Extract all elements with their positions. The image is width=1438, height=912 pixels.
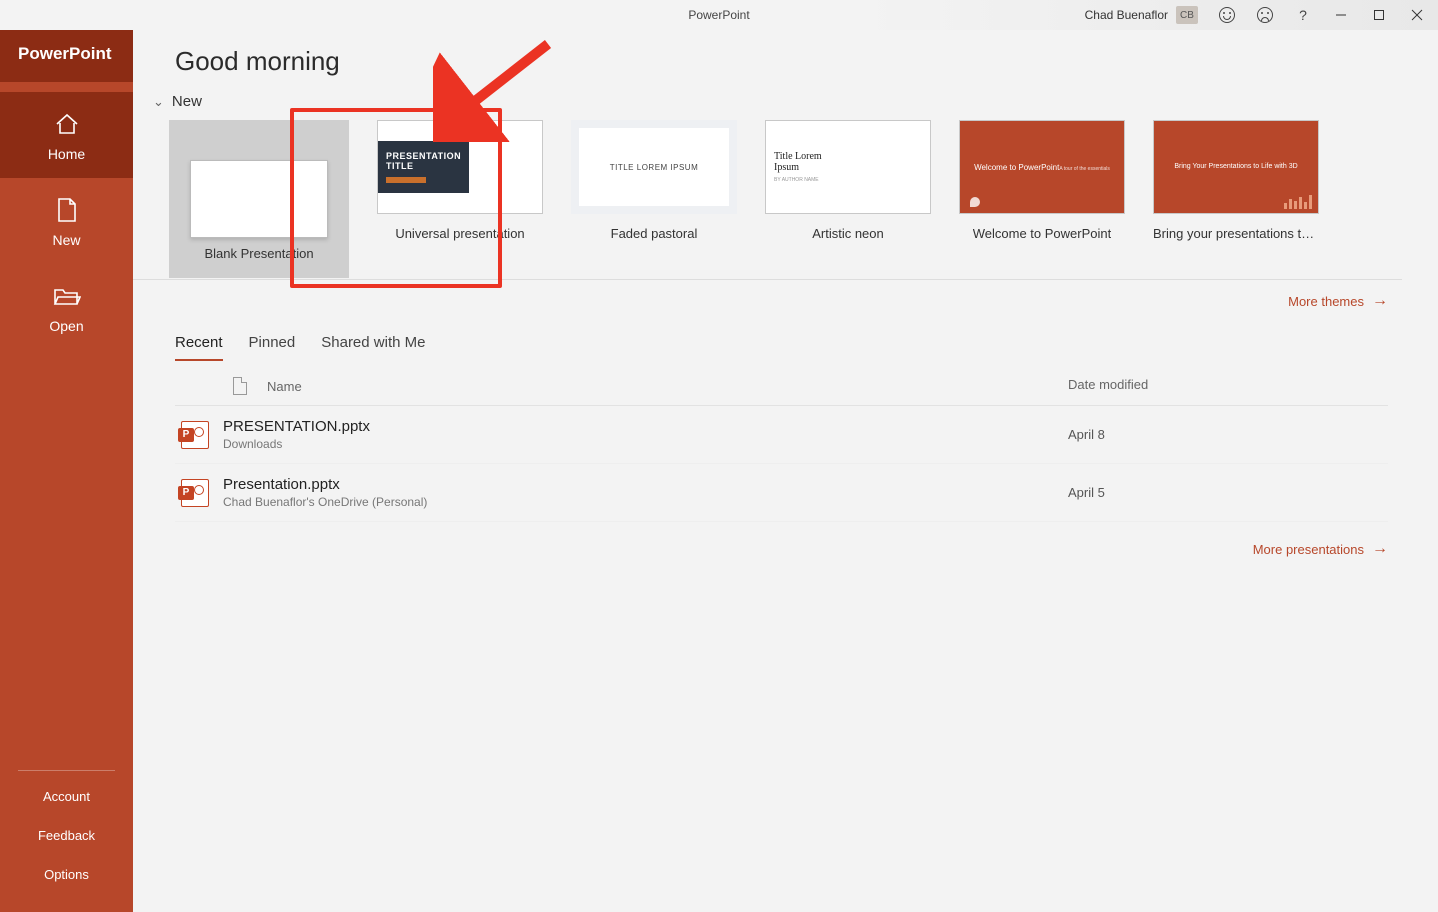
app-name: PowerPoint	[18, 44, 115, 64]
more-themes-link[interactable]: More themes →	[1288, 292, 1388, 310]
file-tabs: Recent Pinned Shared with Me	[133, 310, 1438, 361]
template-neon[interactable]: Title Lorem IpsumBY AUTHOR NAME Artistic…	[765, 120, 931, 261]
maximize-button[interactable]	[1360, 0, 1398, 30]
template-faded-thumb: TITLE LOREM IPSUM	[571, 120, 737, 214]
template-label: Bring your presentations to l…	[1153, 226, 1319, 241]
nav-new[interactable]: New	[0, 178, 133, 264]
template-universal-thumb: PRESENTATION TITLE	[377, 120, 543, 214]
template-universal[interactable]: PRESENTATION TITLE Universal presentatio…	[377, 120, 543, 261]
sidebar-separator	[18, 770, 115, 771]
new-section-label: New	[172, 93, 202, 110]
arrow-right-icon: →	[1372, 292, 1388, 310]
template-blank-thumb	[190, 160, 328, 238]
nav-open-label: Open	[49, 318, 83, 334]
minimize-button[interactable]	[1322, 0, 1360, 30]
new-icon	[52, 196, 82, 224]
feedback-frown-icon[interactable]	[1246, 0, 1284, 30]
sidebar-options[interactable]: Options	[0, 855, 133, 894]
tab-shared[interactable]: Shared with Me	[321, 334, 425, 361]
template-3d[interactable]: Bring Your Presentations to Life with 3D…	[1153, 120, 1319, 261]
help-button[interactable]: ?	[1284, 0, 1322, 30]
new-section-header[interactable]: ⌄ New	[133, 77, 1438, 110]
file-date: April 8	[1068, 427, 1388, 442]
main-content: Good morning ⌄ New Blank Presentation PR…	[133, 30, 1438, 912]
sidebar: PowerPoint Home New Open Account Feedbac…	[0, 30, 133, 912]
document-icon	[233, 377, 247, 395]
nav-home[interactable]: Home	[0, 92, 133, 178]
chevron-down-icon: ⌄	[153, 94, 164, 110]
nav-home-label: Home	[48, 146, 85, 162]
greeting: Good morning	[133, 30, 1438, 77]
template-blank[interactable]: Blank Presentation	[169, 120, 349, 261]
user-name[interactable]: Chad Buenaflor	[1085, 8, 1168, 22]
pptx-icon	[181, 421, 209, 449]
more-presentations-link[interactable]: More presentations →	[1253, 540, 1388, 558]
arrow-right-icon: →	[1372, 540, 1388, 558]
open-icon	[52, 282, 82, 310]
sidebar-feedback[interactable]: Feedback	[0, 816, 133, 855]
tab-pinned[interactable]: Pinned	[249, 334, 296, 361]
template-label: Artistic neon	[812, 226, 884, 241]
nav-open[interactable]: Open	[0, 264, 133, 350]
file-date: April 5	[1068, 485, 1388, 500]
col-date-label: Date modified	[1068, 377, 1388, 395]
file-list-header: Name Date modified	[175, 361, 1388, 406]
col-name-label: Name	[267, 379, 302, 394]
pptx-icon	[181, 479, 209, 507]
template-neon-thumb: Title Lorem IpsumBY AUTHOR NAME	[765, 120, 931, 214]
template-gallery: Blank Presentation PRESENTATION TITLE Un…	[133, 110, 1402, 280]
file-row[interactable]: Presentation.pptx Chad Buenaflor's OneDr…	[175, 464, 1388, 522]
file-path: Chad Buenaflor's OneDrive (Personal)	[223, 495, 1068, 509]
template-3d-thumb: Bring Your Presentations to Life with 3D	[1153, 120, 1319, 214]
template-label: Universal presentation	[395, 226, 524, 241]
file-name: Presentation.pptx	[223, 476, 1068, 493]
file-name: PRESENTATION.pptx	[223, 418, 1068, 435]
close-button[interactable]	[1398, 0, 1436, 30]
template-label: Faded pastoral	[611, 226, 698, 241]
home-icon	[52, 110, 82, 138]
tab-recent[interactable]: Recent	[175, 334, 223, 361]
sidebar-header: PowerPoint	[0, 30, 133, 82]
sidebar-account[interactable]: Account	[0, 777, 133, 816]
template-label: Blank Presentation	[204, 246, 313, 261]
template-welcome-thumb: Welcome to PowerPointA tour of the essen…	[959, 120, 1125, 214]
title-bar: PowerPoint Chad Buenaflor CB ?	[0, 0, 1438, 30]
user-initials[interactable]: CB	[1176, 6, 1198, 24]
app-title: PowerPoint	[688, 8, 749, 22]
nav-new-label: New	[52, 232, 80, 248]
template-faded[interactable]: TITLE LOREM IPSUM Faded pastoral	[571, 120, 737, 261]
feedback-smile-icon[interactable]	[1208, 0, 1246, 30]
file-path: Downloads	[223, 437, 1068, 451]
template-label: Welcome to PowerPoint	[973, 226, 1112, 241]
template-welcome[interactable]: Welcome to PowerPointA tour of the essen…	[959, 120, 1125, 261]
file-row[interactable]: PRESENTATION.pptx Downloads April 8	[175, 406, 1388, 464]
